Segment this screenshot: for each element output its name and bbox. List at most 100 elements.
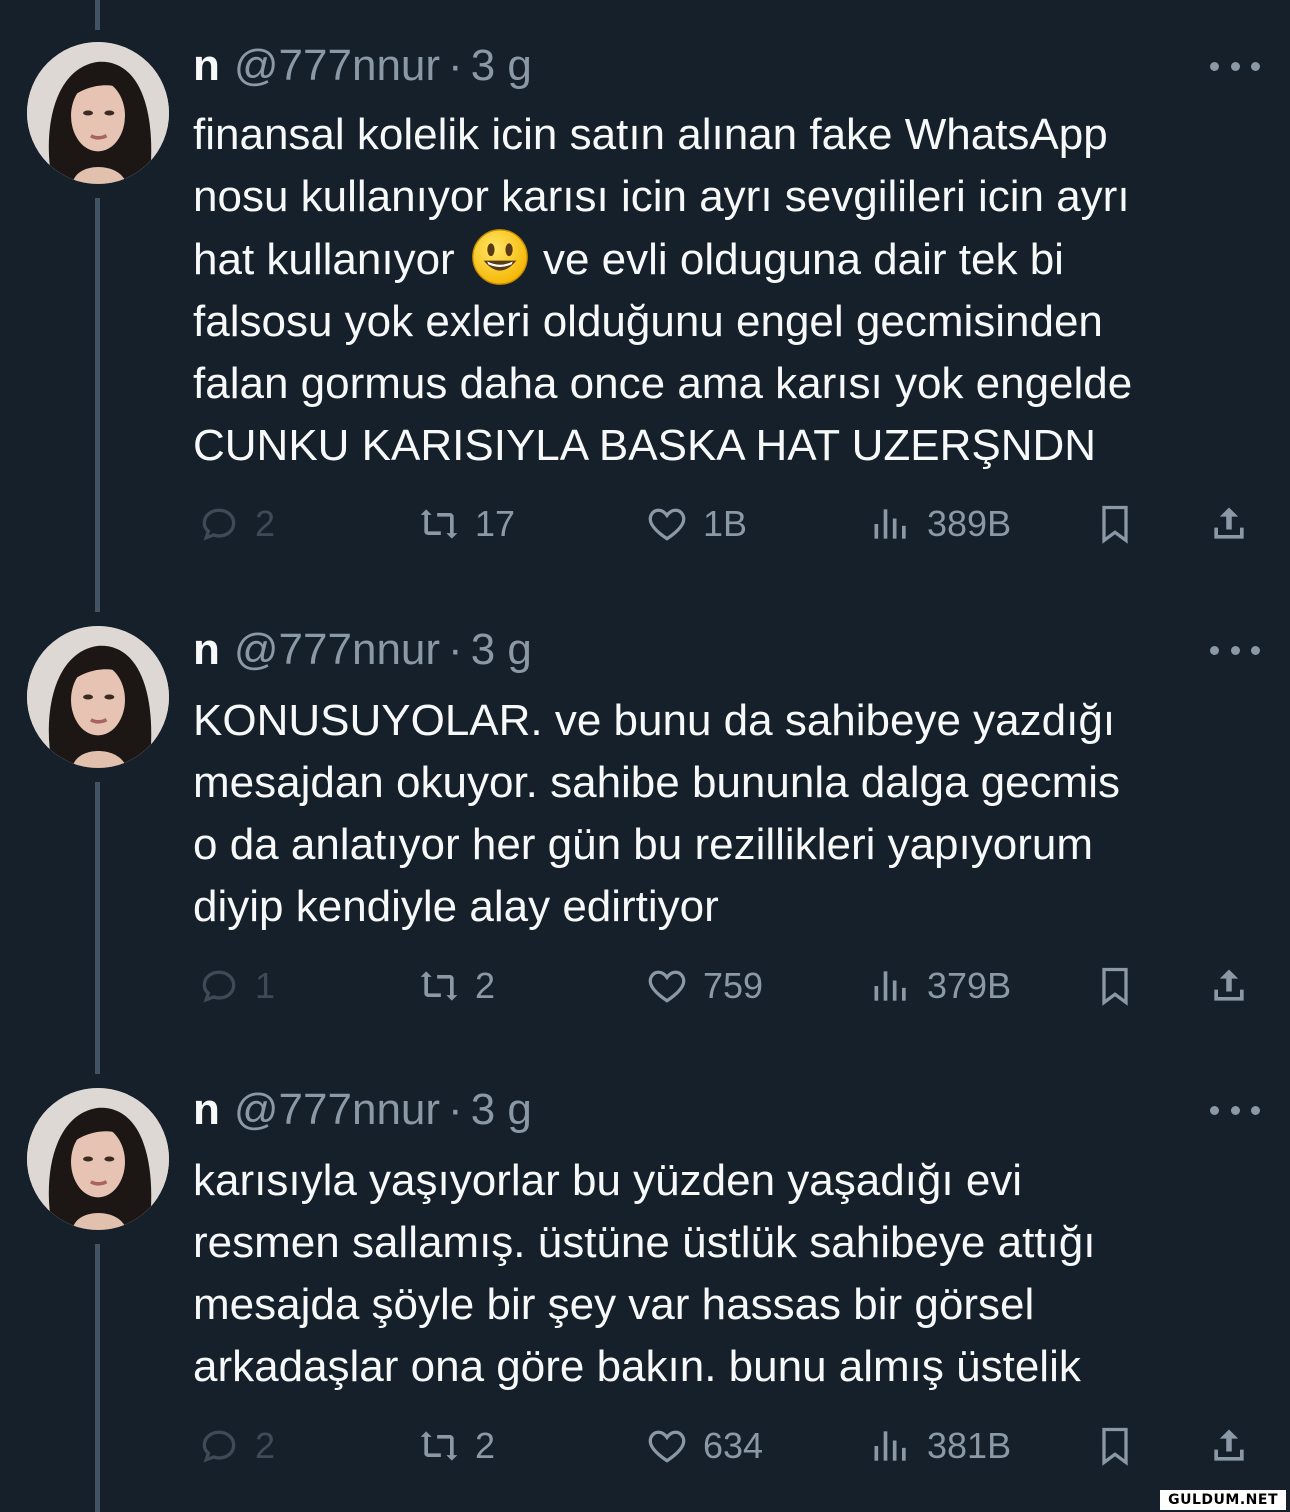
bookmark-button[interactable] [1093,494,1151,554]
share-icon [1214,507,1244,539]
tweet-line: karısıyla yaşıyorlar bu yüzden yaşadığı … [193,1156,1023,1205]
display-name[interactable]: n [193,625,220,675]
display-name[interactable]: n [193,41,220,91]
share-icon [1214,1429,1244,1461]
reply-icon [202,508,236,541]
like-count: 1B [703,503,748,544]
bookmark-icon [1102,967,1128,1006]
like-count: 759 [703,965,764,1006]
timestamp[interactable]: 3 g [471,1085,532,1135]
avatar-image [27,1088,169,1230]
more-icon[interactable] [1210,1100,1260,1120]
tweet-text: karısıyla yaşıyorlar bu yüzden yaşadığı … [193,1150,1253,1398]
share-button[interactable] [1207,1416,1265,1476]
share-button[interactable] [1207,956,1265,1016]
tweet-header: n @777nnur · 3 g [193,1080,532,1140]
tweet-line: arkadaşlar ona göre bakın. bunu almış üs… [193,1342,1081,1391]
avatar[interactable] [27,42,169,184]
tweet-line: CUNKU KARISIYLA BASKA HAT UZERŞNDN [193,421,1097,470]
tweet-line: o da anlatıyor her gün bu rezillikleri y… [193,820,1094,869]
timestamp[interactable]: 3 g [471,625,532,675]
reply-count: 2 [255,503,276,544]
views-icon [874,509,906,539]
thread-line-2 [95,782,100,1074]
reply-button[interactable]: 2 [197,494,275,554]
separator-dot: · [448,41,463,90]
views-count: 381B [927,1425,1012,1466]
retweet-count: 2 [475,1425,496,1466]
tweet-header: n @777nnur · 3 g [193,620,532,680]
user-handle[interactable]: @777nnur [234,41,440,91]
share-icon [1214,969,1244,1001]
thread-view: n @777nnur · 3 g finansal kolelik icin s… [0,0,1290,1512]
like-icon [648,1430,686,1463]
tweet-line-end: ve evli olduguna dair tek bi [542,235,1064,284]
avatar-image [27,42,169,184]
retweet-button[interactable]: 2 [417,1416,495,1476]
share-button[interactable] [1207,494,1265,554]
tweet-line: mesajda şöyle bir şey var hassas bir gör… [193,1280,1035,1329]
tweet-line: finansal kolelik icin satın alınan fake … [193,110,1108,159]
reply-button[interactable]: 1 [197,956,275,1016]
tweet-actions: 2 2 634 381B [193,1416,1263,1476]
views-icon [874,1431,906,1461]
user-handle[interactable]: @777nnur [234,625,440,675]
bookmark-icon [1102,1427,1128,1466]
tweet-line: nosu kullanıyor karısı icin ayrı sevgili… [193,172,1130,221]
avatar-image [27,626,169,768]
more-icon[interactable] [1210,640,1260,660]
thread-line-top [95,0,100,30]
thread-line-1 [95,198,100,612]
views-icon [874,971,906,1001]
retweet-icon [420,509,458,539]
reply-icon [202,1430,236,1463]
tweet-line-start: hat kullanıyor [193,235,455,284]
tweet-line: falan gormus daha once ama karısı yok en… [193,359,1133,408]
tweet-line: diyip kendiyle alay edirtiyor [193,882,719,931]
smiley-emoji [472,229,528,285]
thread-line-3 [95,1244,100,1512]
retweet-icon [420,1431,458,1461]
avatar[interactable] [27,626,169,768]
user-handle[interactable]: @777nnur [234,1085,440,1135]
like-button[interactable]: 634 [645,1416,763,1476]
reply-icon [202,970,236,1003]
retweet-icon [420,971,458,1001]
like-button[interactable]: 1B [645,494,747,554]
tweet-text: finansal kolelik icin satın alınan fake … [193,104,1253,477]
bookmark-icon [1102,505,1128,544]
reply-button[interactable]: 2 [197,1416,275,1476]
separator-dot: · [448,625,463,674]
tweet-actions: 2 17 1B 389B [193,494,1263,554]
timestamp[interactable]: 3 g [471,41,532,91]
like-icon [648,970,686,1003]
views-count: 389B [927,503,1012,544]
avatar[interactable] [27,1088,169,1230]
like-count: 634 [703,1425,764,1466]
tweet-line: hat kullanıyor ve evli olduguna dair tek… [193,228,1253,291]
bookmark-button[interactable] [1093,1416,1151,1476]
separator-dot: · [448,1085,463,1134]
tweet-actions: 1 2 759 379B [193,956,1263,1016]
retweet-count: 17 [475,503,516,544]
views-button[interactable]: 389B [869,494,1011,554]
tweet-header: n @777nnur · 3 g [193,36,532,96]
watermark: GULDUM.NET [1160,1490,1286,1510]
tweet-line: mesajdan okuyor. sahibe bununla dalga ge… [193,758,1121,807]
views-count: 379B [927,965,1012,1006]
more-icon[interactable] [1210,56,1260,76]
tweet-text: KONUSUYOLAR. ve bunu da sahibeye yazdığı… [193,690,1253,938]
bookmark-button[interactable] [1093,956,1151,1016]
reply-count: 1 [255,965,276,1006]
retweet-count: 2 [475,965,496,1006]
tweet-line: resmen sallamış. üstüne üstlük sahibeye … [193,1218,1096,1267]
retweet-button[interactable]: 2 [417,956,495,1016]
reply-count: 2 [255,1425,276,1466]
tweet-line: KONUSUYOLAR. ve bunu da sahibeye yazdığı [193,696,1116,745]
retweet-button[interactable]: 17 [417,494,515,554]
like-button[interactable]: 759 [645,956,763,1016]
tweet-line: falsosu yok exleri olduğunu engel gecmis… [193,297,1103,346]
display-name[interactable]: n [193,1085,220,1135]
views-button[interactable]: 379B [869,956,1011,1016]
views-button[interactable]: 381B [869,1416,1011,1476]
